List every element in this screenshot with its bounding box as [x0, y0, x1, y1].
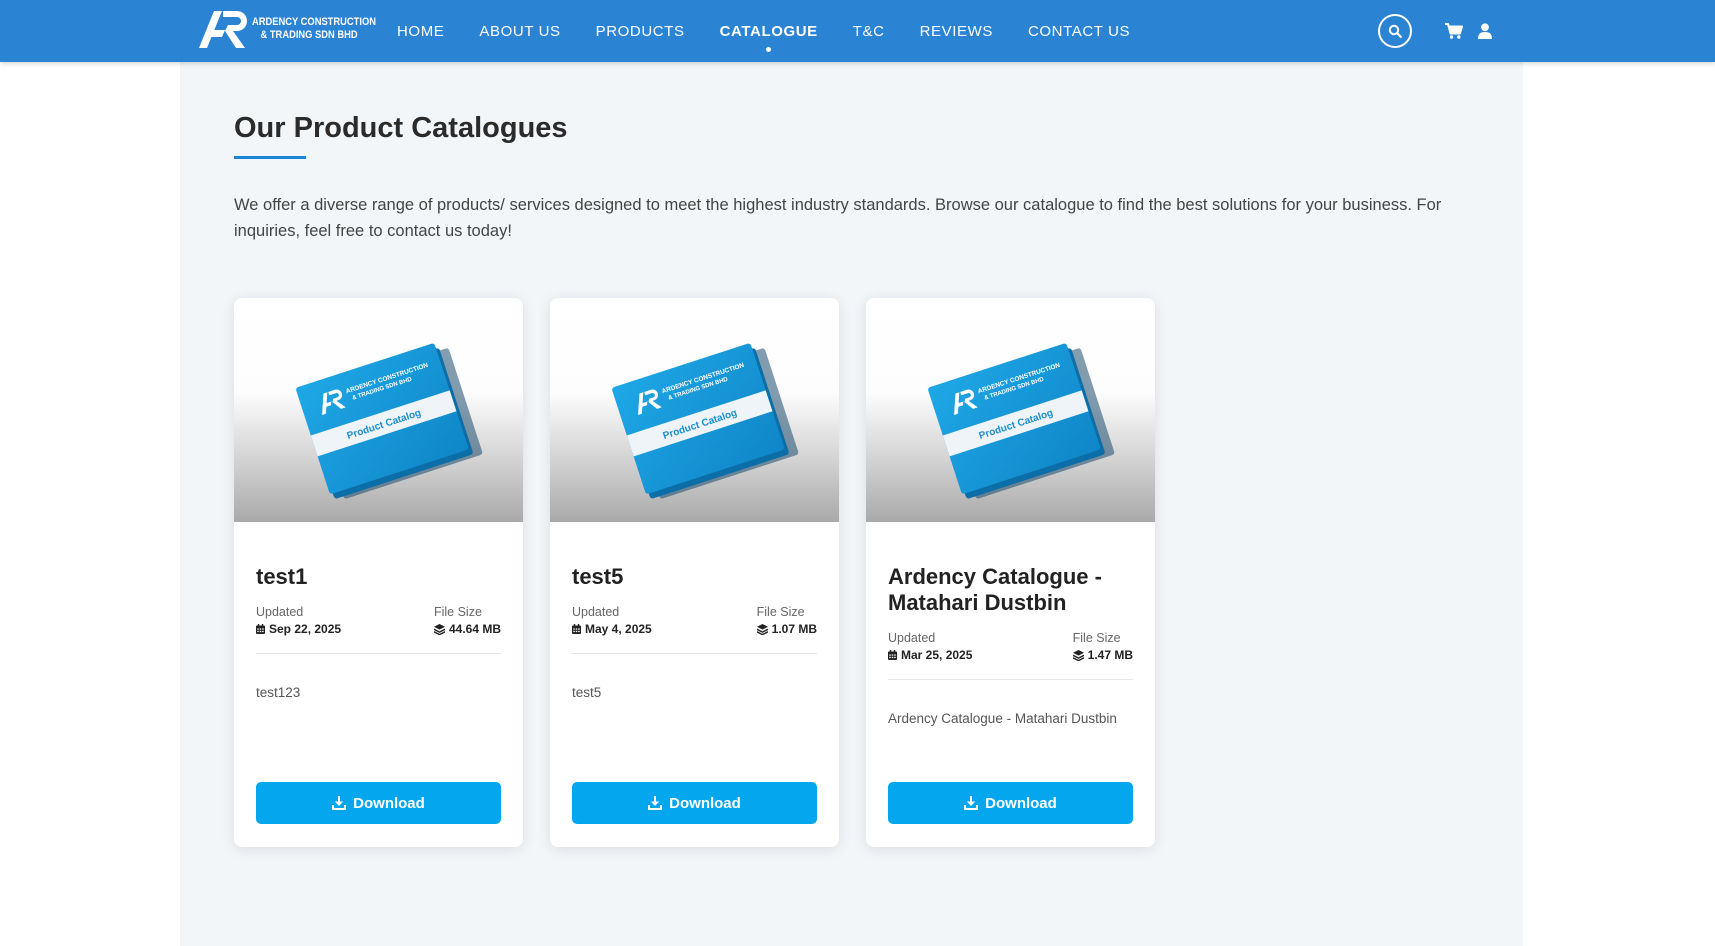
filesize-column: File Size 44.64 MB	[433, 604, 501, 638]
main-nav: HOME ABOUT US PRODUCTS CATALOGUE T&C REV…	[397, 0, 1165, 62]
download-icon	[332, 796, 347, 810]
filesize-column: File Size 1.47 MB	[1072, 630, 1133, 664]
catalogue-description: Ardency Catalogue - Matahari Dustbin	[888, 711, 1117, 726]
updated-label: Updated	[572, 605, 620, 619]
updated-label: Updated	[256, 605, 304, 619]
download-button-2[interactable]: Download	[572, 782, 817, 824]
catalogue-cover-image: ARDENCY CONSTRUCTION & TRADING SDN BHD P…	[612, 343, 799, 499]
updated-value: May 4, 2025	[585, 622, 652, 636]
download-label: Download	[669, 794, 741, 812]
brand-logo[interactable]: ARDENCY CONSTRUCTION & TRADING SDN BHD	[197, 8, 398, 50]
cart-icon	[1445, 23, 1463, 39]
download-label: Download	[985, 794, 1057, 812]
user-icon	[1478, 23, 1492, 39]
updated-label: Updated	[888, 631, 936, 645]
filesize-value-row: 1.07 MB	[756, 620, 817, 638]
updated-column: Updated May 4, 2025	[572, 604, 652, 638]
page-intro: We offer a diverse range of products/ se…	[234, 196, 1442, 240]
catalogue-title: Ardency Catalogue - Matahari Dustbin	[888, 564, 1102, 615]
nav-products[interactable]: PRODUCTS	[596, 23, 685, 40]
download-button-3[interactable]: Download	[888, 782, 1133, 824]
catalogue-thumbnail-3[interactable]: ARDENCY CONSTRUCTION & TRADING SDN BHD P…	[866, 298, 1155, 522]
nav-reviews[interactable]: REVIEWS	[920, 23, 993, 40]
filesize-label: File Size	[1072, 631, 1121, 645]
filesize-value: 44.64 MB	[448, 622, 501, 636]
filesize-value: 1.07 MB	[771, 622, 817, 636]
search-button[interactable]	[1378, 14, 1412, 48]
download-button-1[interactable]: Download	[256, 782, 501, 824]
title-underline	[234, 156, 306, 159]
brand-name: ARDENCY CONSTRUCTION & TRADING SDN BHD	[252, 16, 376, 42]
meta-divider	[572, 653, 817, 654]
download-icon	[964, 796, 979, 810]
catalogue-thumbnail-1[interactable]: ARDENCY CONSTRUCTION & TRADING SDN BHD P…	[234, 298, 523, 522]
download-icon	[648, 796, 663, 810]
nav-home[interactable]: HOME	[397, 23, 444, 40]
search-icon	[1388, 24, 1402, 38]
layers-icon	[433, 623, 445, 635]
filesize-value-row: 44.64 MB	[433, 620, 501, 638]
nav-about-us[interactable]: ABOUT US	[479, 23, 560, 40]
top-navbar: ARDENCY CONSTRUCTION & TRADING SDN BHD H…	[0, 0, 1715, 62]
calendar-icon	[888, 650, 897, 660]
calendar-icon	[572, 624, 581, 634]
brand-logo-mark	[199, 11, 247, 48]
main-content: Our Product Catalogues We offer a divers…	[180, 62, 1523, 946]
download-label: Download	[353, 794, 425, 812]
calendar-icon	[256, 624, 265, 634]
updated-value: Mar 25, 2025	[901, 648, 973, 662]
catalogue-meta: Updated May 4, 2025 File Size 1.07 MB	[572, 604, 817, 644]
meta-divider	[888, 679, 1133, 680]
catalogue-card-2: ARDENCY CONSTRUCTION & TRADING SDN BHD P…	[550, 298, 839, 847]
meta-divider	[256, 653, 501, 654]
catalogue-title: test1	[256, 564, 308, 589]
catalogue-cover-image: ARDENCY CONSTRUCTION & TRADING SDN BHD P…	[928, 343, 1115, 499]
account-button[interactable]	[1477, 23, 1493, 39]
brand-name-line2: & TRADING SDN BHD	[260, 29, 358, 41]
layers-icon	[756, 623, 768, 635]
brand-name-line1: ARDENCY CONSTRUCTION	[252, 16, 376, 28]
catalogue-meta: Updated Mar 25, 2025 File Size 1.47 MB	[888, 630, 1133, 670]
layers-icon	[1072, 649, 1084, 661]
filesize-value: 1.47 MB	[1087, 648, 1133, 662]
cart-button[interactable]	[1445, 23, 1463, 39]
updated-value-row: Sep 22, 2025	[256, 620, 341, 638]
updated-value-row: May 4, 2025	[572, 620, 652, 638]
updated-column: Updated Sep 22, 2025	[256, 604, 341, 638]
catalogue-card-1: ARDENCY CONSTRUCTION & TRADING SDN BHD P…	[234, 298, 523, 847]
nav-catalogue[interactable]: CATALOGUE	[720, 23, 818, 52]
updated-column: Updated Mar 25, 2025	[888, 630, 972, 664]
updated-value-row: Mar 25, 2025	[888, 646, 972, 664]
nav-terms[interactable]: T&C	[853, 23, 885, 40]
catalogue-description: test5	[572, 685, 602, 700]
catalogue-card-3: ARDENCY CONSTRUCTION & TRADING SDN BHD P…	[866, 298, 1155, 847]
updated-value: Sep 22, 2025	[269, 622, 342, 636]
filesize-label: File Size	[433, 605, 482, 619]
nav-contact-us[interactable]: CONTACT US	[1028, 23, 1130, 40]
page-title: Our Product Catalogues	[234, 112, 568, 144]
catalogue-cover-image: ARDENCY CONSTRUCTION & TRADING SDN BHD P…	[296, 343, 483, 499]
filesize-label: File Size	[756, 605, 805, 619]
filesize-value-row: 1.47 MB	[1072, 646, 1133, 664]
nav-icons	[1378, 0, 1493, 62]
catalogue-description: test123	[256, 685, 301, 700]
filesize-column: File Size 1.07 MB	[756, 604, 817, 638]
catalogue-thumbnail-2[interactable]: ARDENCY CONSTRUCTION & TRADING SDN BHD P…	[550, 298, 839, 522]
catalogue-meta: Updated Sep 22, 2025 File Size 44.64 MB	[256, 604, 501, 644]
catalogue-title: test5	[572, 564, 624, 589]
